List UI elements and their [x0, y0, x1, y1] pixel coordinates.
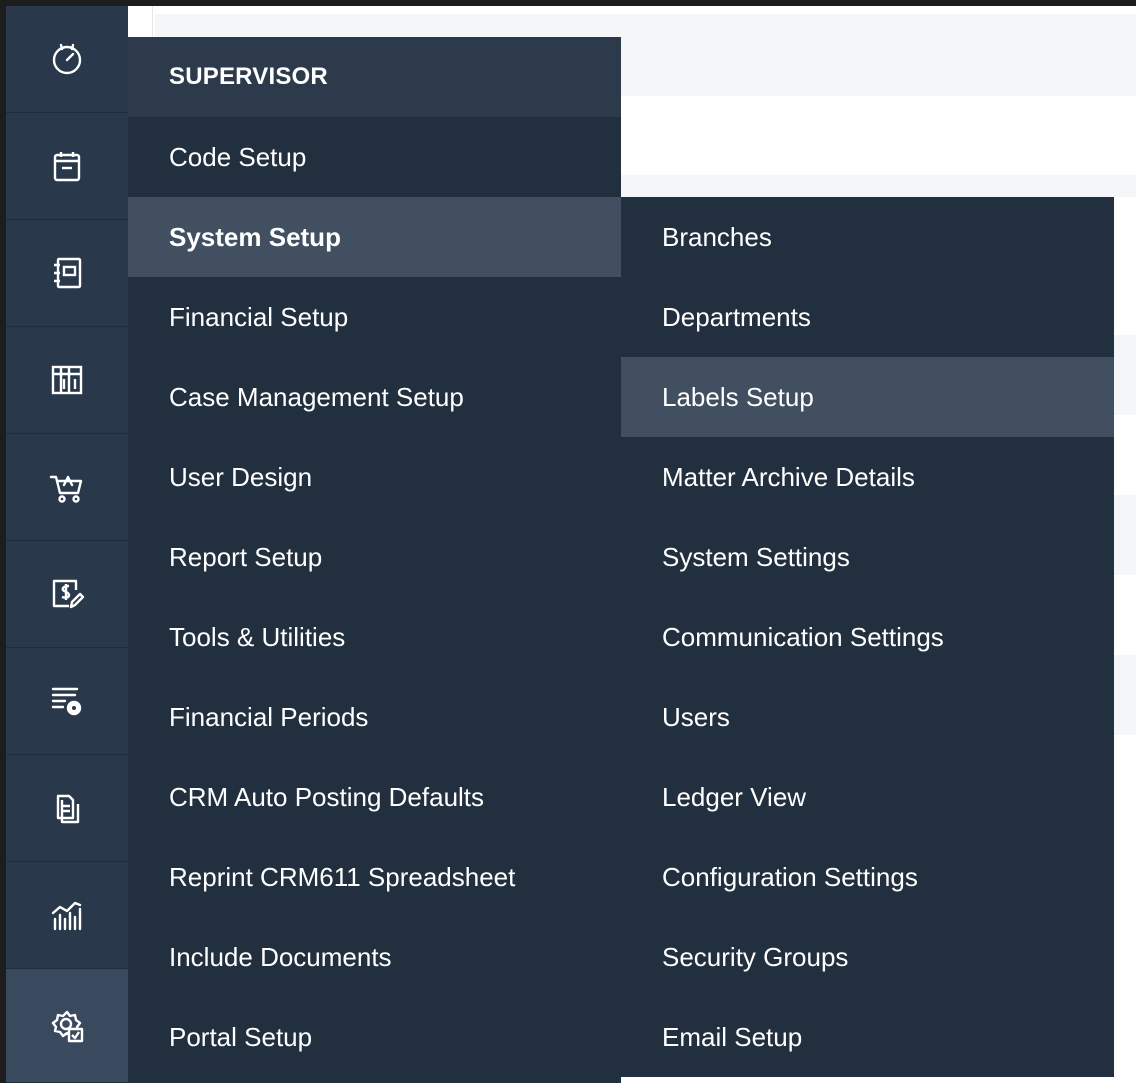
submenu-item-labels-setup[interactable]: Labels Setup: [621, 357, 1114, 437]
menu-item-code-setup[interactable]: Code Setup: [128, 117, 621, 197]
menu-item-financial-setup[interactable]: Financial Setup: [128, 277, 621, 357]
menu-item-financial-periods[interactable]: Financial Periods: [128, 677, 621, 757]
rail-item-supervisor[interactable]: [6, 969, 128, 1083]
supervisor-settings-icon: [51, 1010, 84, 1042]
menu-item-case-management-setup[interactable]: Case Management Setup: [128, 357, 621, 437]
rail-item-library[interactable]: [6, 327, 128, 434]
submenu-item-ledger-view[interactable]: Ledger View: [621, 757, 1114, 837]
library-icon: [51, 365, 83, 395]
rail-item-billing[interactable]: [6, 541, 128, 648]
menu-item-tools-utilities[interactable]: Tools & Utilities: [128, 597, 621, 677]
submenu-item-matter-archive-details[interactable]: Matter Archive Details: [621, 437, 1114, 517]
supervisor-menu: SUPERVISOR Code Setup System Setup Finan…: [128, 37, 621, 1083]
submenu-item-branches[interactable]: Branches: [621, 197, 1114, 277]
menu-item-include-documents[interactable]: Include Documents: [128, 917, 621, 997]
submenu-item-configuration-settings[interactable]: Configuration Settings: [621, 837, 1114, 917]
billing-icon: [52, 579, 85, 609]
menu-item-portal-setup[interactable]: Portal Setup: [128, 997, 621, 1077]
rail-item-analytics[interactable]: [6, 862, 128, 969]
menu-item-crm-auto-posting-defaults[interactable]: CRM Auto Posting Defaults: [128, 757, 621, 837]
submenu-item-communication-settings[interactable]: Communication Settings: [621, 597, 1114, 677]
menu-header: SUPERVISOR: [128, 37, 621, 117]
analytics-icon: [51, 901, 82, 931]
clock-icon: [52, 43, 82, 75]
cart-icon: [49, 475, 83, 503]
documents-icon: [56, 794, 80, 824]
submenu-item-email-setup[interactable]: Email Setup: [621, 997, 1114, 1077]
list-settings-icon: [51, 687, 82, 716]
window-border-top: [0, 0, 1136, 6]
rail-item-list-settings[interactable]: [6, 648, 128, 755]
rail-item-contacts[interactable]: [6, 220, 128, 327]
icon-rail: [6, 6, 128, 1083]
menu-item-reprint-crm611-spreadsheet[interactable]: Reprint CRM611 Spreadsheet: [128, 837, 621, 917]
submenu-item-users[interactable]: Users: [621, 677, 1114, 757]
rail-item-cart[interactable]: [6, 434, 128, 541]
submenu-item-system-settings[interactable]: System Settings: [621, 517, 1114, 597]
calendar-icon: [53, 152, 81, 182]
menu-item-user-design[interactable]: User Design: [128, 437, 621, 517]
system-setup-submenu: Branches Departments Labels Setup Matter…: [621, 197, 1114, 1077]
rail-item-time[interactable]: [6, 6, 128, 113]
submenu-item-departments[interactable]: Departments: [621, 277, 1114, 357]
menu-item-system-setup[interactable]: System Setup: [128, 197, 621, 277]
submenu-item-security-groups[interactable]: Security Groups: [621, 917, 1114, 997]
rail-item-calendar[interactable]: [6, 113, 128, 220]
rail-item-documents[interactable]: [6, 755, 128, 862]
contact-book-icon: [54, 257, 82, 289]
menu-item-report-setup[interactable]: Report Setup: [128, 517, 621, 597]
